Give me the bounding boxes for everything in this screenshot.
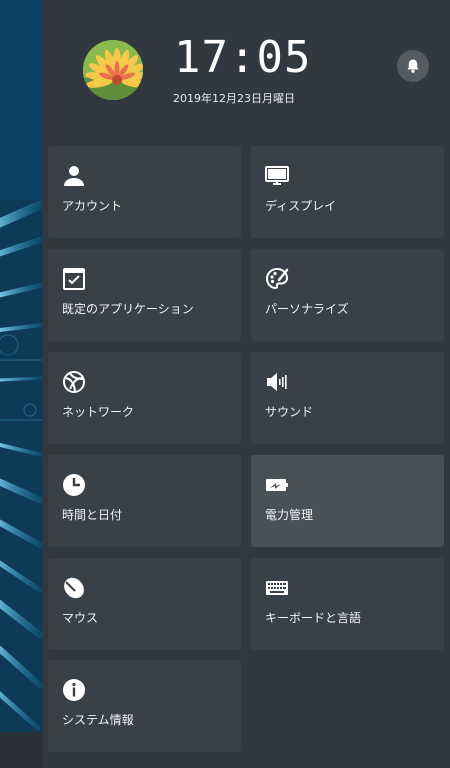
tile-keyboard-language[interactable]: キーボードと言語 [251,558,444,650]
bell-icon [407,59,419,73]
clock-icon [63,474,85,496]
monitor-icon [265,166,289,185]
user-icon [64,166,84,186]
tile-label: サウンド [265,405,314,419]
tile-account[interactable]: アカウント [48,146,241,238]
info-icon [63,679,85,701]
mouse-icon [64,577,84,599]
tile-network[interactable]: ネットワーク [48,352,241,444]
tile-system-info[interactable]: システム情報 [48,660,241,752]
clock-date: 2019年12月23日月曜日 [173,92,295,105]
tile-display[interactable]: ディスプレイ [251,146,444,238]
tile-label: ネットワーク [62,405,135,419]
tile-personalize[interactable]: パーソナライズ [251,249,444,341]
tile-label: 既定のアプリケーション [62,302,194,316]
battery-charging-icon [266,479,288,491]
panel-header: 17:05 2019年12月23日月曜日 [42,0,450,140]
tile-mouse[interactable]: マウス [48,558,241,650]
speaker-icon [267,373,287,391]
tile-label: システム情報 [62,713,134,727]
user-avatar[interactable] [83,40,143,100]
default-apps-icon [63,268,85,290]
tile-label: ディスプレイ [265,199,337,213]
tile-power-management[interactable]: 電力管理 [251,455,444,547]
network-globe-icon [63,371,85,393]
tile-time-date[interactable]: 時間と日付 [48,455,241,547]
notification-button[interactable] [397,50,429,82]
taskbar-edge [0,732,42,768]
tile-label: 電力管理 [265,508,314,522]
keyboard-icon [266,581,288,595]
tile-sound[interactable]: サウンド [251,352,444,444]
tile-label: アカウント [62,199,123,213]
tile-default-apps[interactable]: 既定のアプリケーション [48,249,241,341]
flower-avatar-image [83,40,143,100]
clock-time: 17:05 [174,32,312,83]
tile-label: 時間と日付 [62,508,123,522]
tile-label: マウス [62,611,99,625]
control-center-panel: 17:05 2019年12月23日月曜日 アカウント ディスプレイ 既定のアプリ… [42,0,450,768]
palette-icon [265,267,289,290]
tile-label: パーソナライズ [265,302,349,316]
tile-label: キーボードと言語 [265,611,362,625]
